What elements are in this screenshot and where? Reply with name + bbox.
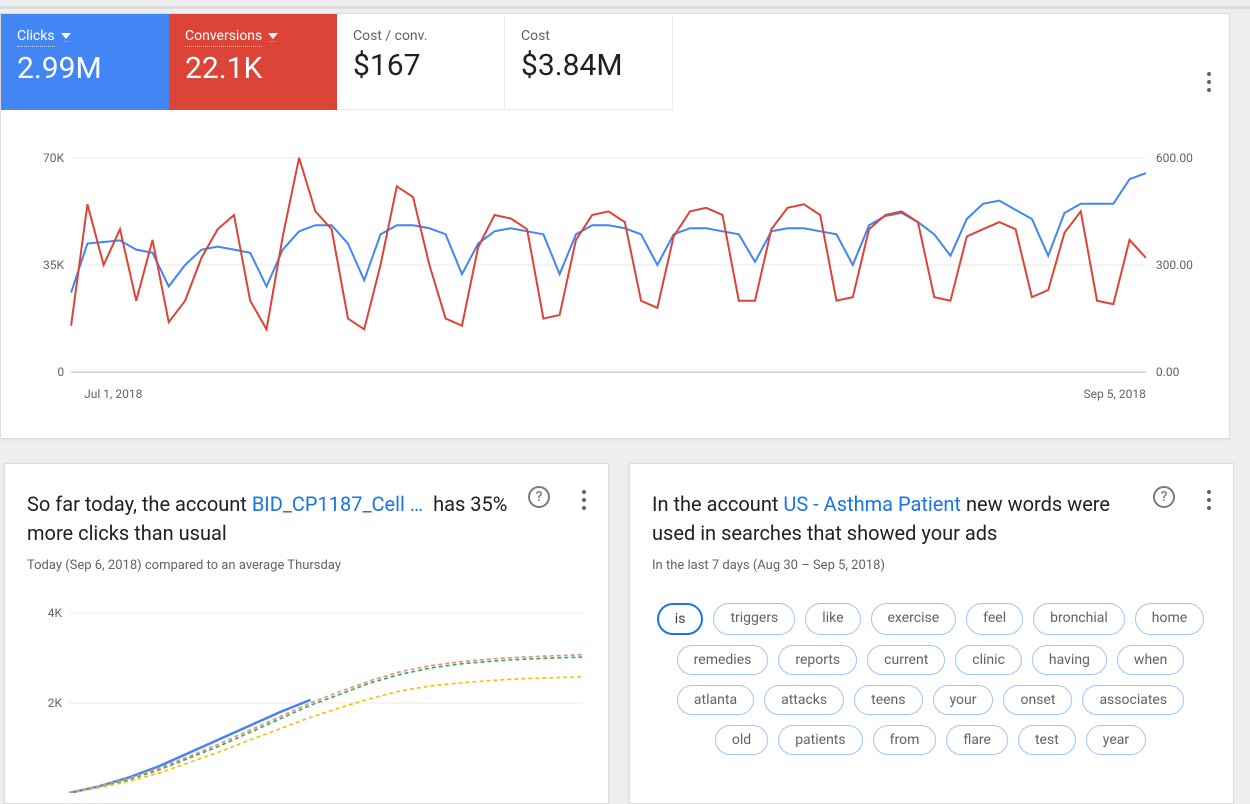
svg-text:4K: 4K <box>48 606 63 620</box>
chevron-down-icon <box>61 33 71 42</box>
insight-headline: So far today, the account BID_CP1187_Cel… <box>27 490 517 548</box>
insight-card-new-search-words: ? In the account US - Asthma Patient new… <box>629 463 1234 804</box>
search-term-chip[interactable]: current <box>867 645 945 675</box>
search-term-chip[interactable]: exercise <box>871 603 957 635</box>
search-term-chip[interactable]: old <box>715 725 768 755</box>
metric-value: 22.1K <box>185 51 321 86</box>
metric-card-cost[interactable]: Cost $3.84M <box>505 14 673 110</box>
clicks-conversions-chart: 70K 35K 0 600.00 300.00 0.00 Jul 1, 2018… <box>9 140 1211 420</box>
search-term-chip[interactable]: patients <box>778 725 862 755</box>
x-end: Sep 5, 2018 <box>1084 387 1147 401</box>
search-term-chip[interactable]: associates <box>1082 685 1184 715</box>
search-term-chip[interactable]: when <box>1117 645 1184 675</box>
search-term-chip[interactable]: flare <box>946 725 1008 755</box>
main-chart: 70K 35K 0 600.00 300.00 0.00 Jul 1, 2018… <box>1 110 1229 438</box>
search-term-chip[interactable]: is <box>657 603 704 635</box>
metric-label: Clicks <box>17 28 55 47</box>
search-term-chip[interactable]: triggers <box>713 603 795 635</box>
chevron-down-icon <box>268 33 278 42</box>
card-menu-button[interactable] <box>1207 72 1211 92</box>
card-menu-button[interactable] <box>1207 490 1211 510</box>
account-link[interactable]: US - Asthma Patient <box>783 492 961 516</box>
search-term-chip[interactable]: having <box>1032 645 1107 675</box>
search-term-chip[interactable]: your <box>933 685 994 715</box>
y-left-tick: 35K <box>43 258 65 272</box>
metric-value: $3.84M <box>521 48 656 83</box>
card-menu-button[interactable] <box>582 490 586 510</box>
help-icon[interactable]: ? <box>1153 486 1175 508</box>
metric-row: Clicks 2.99M Conversions 22.1K Cost / conv. $… <box>1 14 1229 110</box>
search-terms-chips: is triggers like exercise feel bronchial home r… <box>652 603 1209 755</box>
search-term-chip[interactable]: year <box>1086 725 1146 755</box>
insight-subtext: In the last 7 days (Aug 30 – Sep 5, 2018… <box>652 558 1209 573</box>
search-term-chip[interactable]: atlanta <box>677 685 754 715</box>
metric-value: $167 <box>353 48 488 83</box>
search-term-chip[interactable]: test <box>1018 725 1076 755</box>
help-icon[interactable]: ? <box>528 486 550 508</box>
x-start: Jul 1, 2018 <box>84 387 143 401</box>
y-left-tick: 0 <box>57 365 64 379</box>
search-term-chip[interactable]: attacks <box>764 685 844 715</box>
search-term-chip[interactable]: reports <box>778 645 857 675</box>
insight-headline: In the account US - Asthma Patient new w… <box>652 490 1142 548</box>
search-term-chip[interactable]: bronchial <box>1033 603 1125 635</box>
search-term-chip[interactable]: from <box>873 725 937 755</box>
y-right-tick: 600.00 <box>1156 151 1193 165</box>
search-term-chip[interactable]: teens <box>854 685 922 715</box>
svg-text:2K: 2K <box>48 696 63 710</box>
insight-subtext: Today (Sep 6, 2018) compared to an avera… <box>27 558 584 573</box>
metric-card-cost-conv-[interactable]: Cost / conv. $167 <box>337 14 505 110</box>
search-term-chip[interactable]: onset <box>1003 685 1072 715</box>
y-left-tick: 70K <box>43 151 65 165</box>
search-term-chip[interactable]: clinic <box>955 645 1022 675</box>
metric-value: 2.99M <box>17 51 153 86</box>
search-term-chip[interactable]: remedies <box>677 645 769 675</box>
insight-card-clicks-anomaly: ? So far today, the account BID_CP1187_C… <box>4 463 609 804</box>
metric-card-conversions[interactable]: Conversions 22.1K <box>169 14 337 110</box>
metric-label: Cost <box>521 28 550 44</box>
account-link[interactable]: BID_CP1187_Cell … <box>252 492 423 516</box>
search-term-chip[interactable]: home <box>1135 603 1204 635</box>
search-term-chip[interactable]: feel <box>966 603 1023 635</box>
metric-label: Conversions <box>185 28 262 47</box>
performance-summary-card: Clicks 2.99M Conversions 22.1K Cost / conv. $… <box>0 13 1230 439</box>
y-right-tick: 300.00 <box>1156 258 1193 272</box>
y-right-tick: 0.00 <box>1156 365 1180 379</box>
clicks-today-chart: 4K 2K <box>27 593 587 793</box>
metric-card-clicks[interactable]: Clicks 2.99M <box>1 14 169 110</box>
metric-label: Cost / conv. <box>353 28 427 44</box>
search-term-chip[interactable]: like <box>805 603 860 635</box>
